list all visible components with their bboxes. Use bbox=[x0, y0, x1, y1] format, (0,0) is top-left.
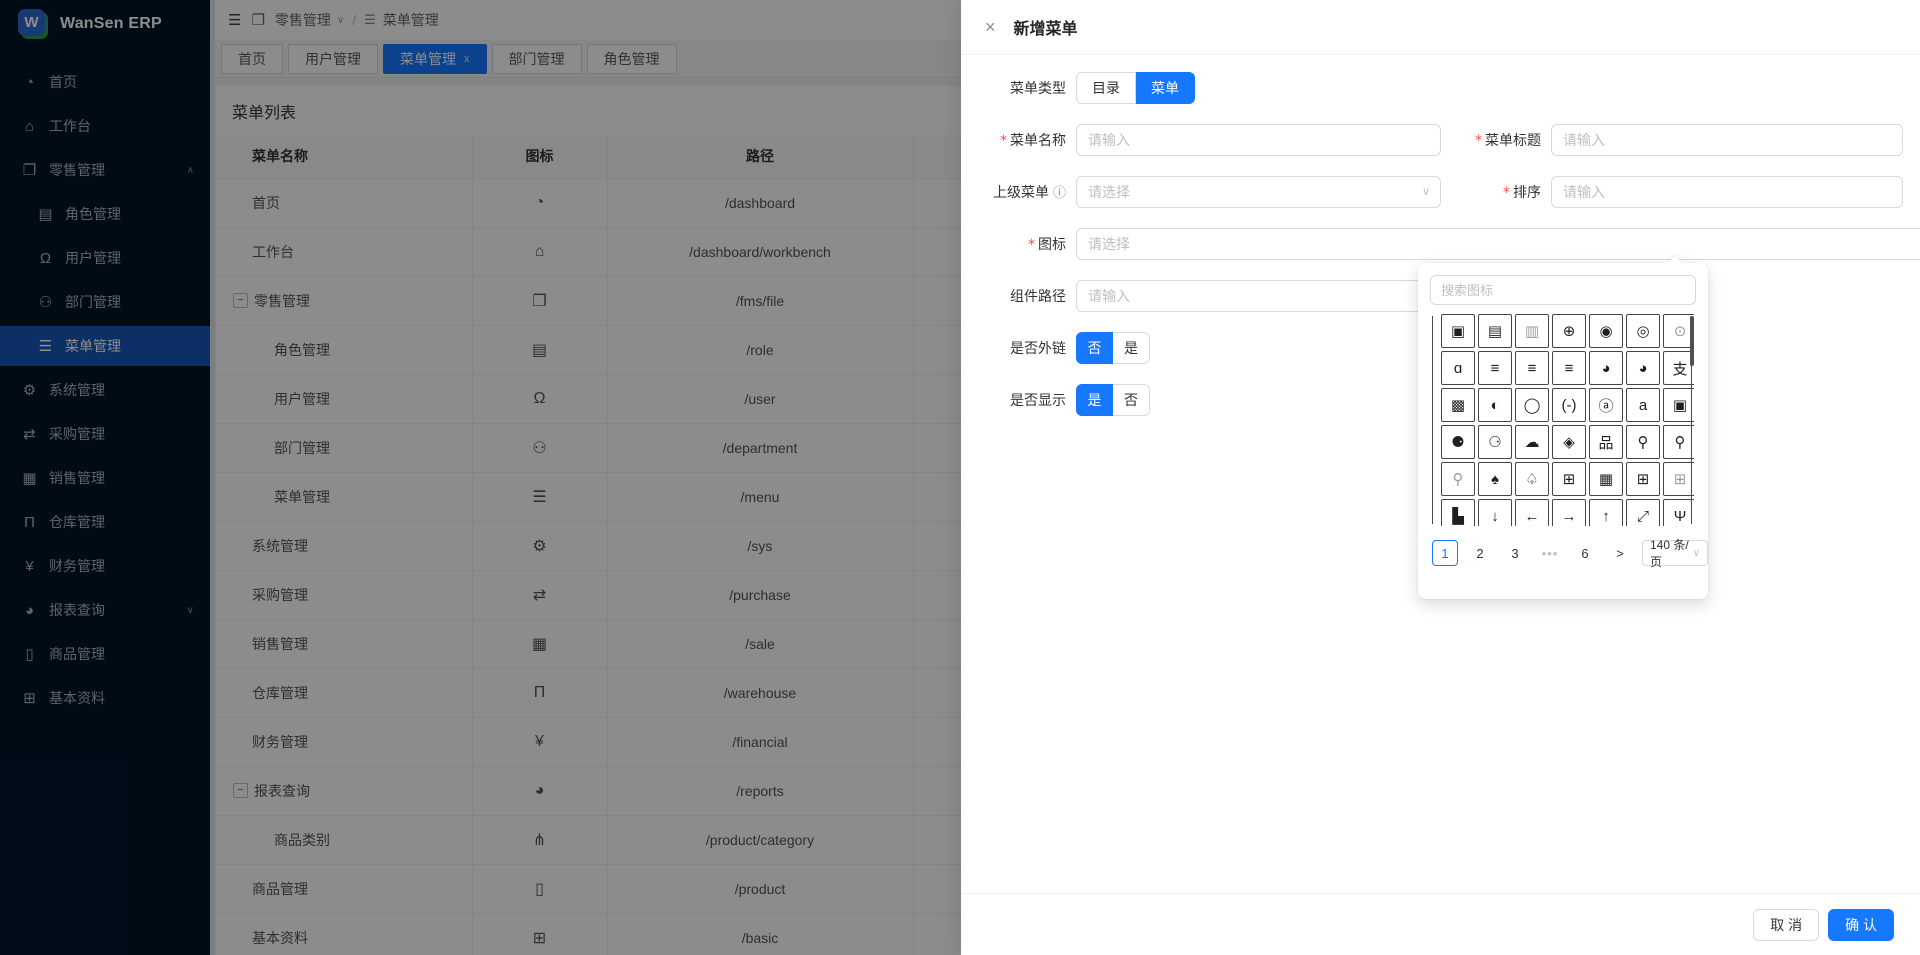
form-row-menu-type: 菜单类型 目录 菜单 bbox=[991, 72, 1920, 104]
page-button-6[interactable]: 6 bbox=[1572, 540, 1598, 566]
parent-menu-label: 上级菜单ⓘ bbox=[991, 182, 1066, 202]
page-button-2[interactable]: 2 bbox=[1467, 540, 1493, 566]
page-button-1[interactable]: 1 bbox=[1432, 540, 1458, 566]
arrow-down-outlined-icon[interactable]: ↓ bbox=[1478, 499, 1512, 526]
drawer-footer: 取 消 确 认 bbox=[961, 893, 1920, 955]
area-chart-outlined-icon[interactable]: ▙ bbox=[1441, 499, 1475, 526]
page-ellipsis: ••• bbox=[1537, 540, 1563, 566]
scrollbar-thumb[interactable] bbox=[1690, 316, 1694, 366]
is-external-option-yes[interactable]: 是 bbox=[1113, 332, 1150, 364]
amazon-circle-filled-icon[interactable]: ⓐ bbox=[1589, 388, 1623, 422]
appstore-filled-icon[interactable]: ▦ bbox=[1589, 462, 1623, 496]
account-book-twotone-icon[interactable]: ▥ bbox=[1515, 314, 1549, 348]
alert-outlined-icon[interactable]: ◎ bbox=[1626, 314, 1660, 348]
api-filled-icon[interactable]: ⚲ bbox=[1626, 425, 1660, 459]
component-path-input[interactable] bbox=[1076, 280, 1441, 312]
menu-type-option-directory[interactable]: 目录 bbox=[1076, 72, 1136, 104]
alert-filled-icon[interactable]: ◉ bbox=[1589, 314, 1623, 348]
icon-label: *图标 bbox=[991, 234, 1066, 254]
account-book-outlined-icon[interactable]: ▤ bbox=[1478, 314, 1512, 348]
required-mark: * bbox=[1000, 133, 1007, 149]
appstore-outlined-icon[interactable]: ⊞ bbox=[1626, 462, 1660, 496]
arrow-right-outlined-icon[interactable]: → bbox=[1552, 499, 1586, 526]
close-icon[interactable]: × bbox=[985, 18, 996, 36]
account-book-filled-icon[interactable]: ▣ bbox=[1441, 314, 1475, 348]
is-external-label: 是否外链 bbox=[991, 338, 1066, 358]
page-size-select[interactable]: 140 条/页∨ bbox=[1642, 540, 1708, 566]
appstore-add-outlined-icon[interactable]: ⊞ bbox=[1552, 462, 1586, 496]
is-visible-option-yes[interactable]: 是 bbox=[1076, 384, 1113, 416]
icon-select[interactable] bbox=[1076, 228, 1920, 260]
drawer-mask[interactable] bbox=[0, 0, 961, 955]
is-visible-label: 是否显示 bbox=[991, 390, 1066, 410]
menu-title-input[interactable] bbox=[1551, 124, 1903, 156]
align-right-outlined-icon[interactable]: ≡ bbox=[1552, 351, 1586, 385]
icon-search bbox=[1430, 275, 1696, 305]
arrow-left-outlined-icon[interactable]: ← bbox=[1515, 499, 1549, 526]
next-page-button[interactable]: > bbox=[1607, 540, 1633, 566]
menu-name-label: *菜单名称 bbox=[991, 130, 1066, 150]
parent-menu-select[interactable] bbox=[1076, 176, 1441, 208]
menu-type-label: 菜单类型 bbox=[991, 78, 1066, 98]
is-external-option-no[interactable]: 否 bbox=[1076, 332, 1113, 364]
arrow-up-outlined-icon[interactable]: ↑ bbox=[1589, 499, 1623, 526]
ant-design-outlined-icon[interactable]: ◈ bbox=[1552, 425, 1586, 459]
drawer-title: 新增菜单 bbox=[1014, 15, 1078, 39]
menu-name-input[interactable] bbox=[1076, 124, 1441, 156]
apple-outlined-icon[interactable]: ♤ bbox=[1515, 462, 1549, 496]
drawer-header: × 新增菜单 bbox=[961, 0, 1920, 55]
required-mark: * bbox=[1028, 237, 1035, 253]
align-left-outlined-icon[interactable]: ≡ bbox=[1515, 351, 1549, 385]
sort-label: *排序 bbox=[1441, 182, 1541, 202]
icon-search-input[interactable] bbox=[1430, 275, 1696, 305]
icon-pagination: 123 ••• 6 >140 条/页∨ bbox=[1418, 526, 1708, 566]
icon-grid-wrap: ▣▤▥⊕◉◎⊙ɑ≡≡≡◕◕支▩◐◯(-)ⓐa▣⚈⚆☁◈品⚲⚲⚲♠♤⊞▦⊞⊞▙↓←… bbox=[1432, 314, 1694, 526]
required-mark: * bbox=[1475, 133, 1482, 149]
menu-title-label: *菜单标题 bbox=[1441, 130, 1541, 150]
amazon-outlined-icon[interactable]: a bbox=[1626, 388, 1660, 422]
apartment-outlined-icon[interactable]: 品 bbox=[1589, 425, 1623, 459]
menu-type-option-menu[interactable]: 菜单 bbox=[1136, 72, 1195, 104]
cancel-button[interactable]: 取 消 bbox=[1753, 909, 1819, 941]
alipay-circle-filled-icon[interactable]: ◕ bbox=[1589, 351, 1623, 385]
api-twotone-icon[interactable]: ⚲ bbox=[1441, 462, 1475, 496]
info-icon: ⓘ bbox=[1053, 185, 1066, 200]
page-button-3[interactable]: 3 bbox=[1502, 540, 1528, 566]
form-row-icon-route: *图标 *路由地址 bbox=[991, 228, 1920, 260]
app-root: W WanSen ERP ◔首页⌂工作台❐零售管理∧▤角色管理Ω用户管理⚇部门管… bbox=[0, 0, 1920, 955]
icon-grid-left-line bbox=[1432, 316, 1433, 524]
is-visible-option-no[interactable]: 否 bbox=[1113, 384, 1150, 416]
aliwangwang-filled-icon[interactable]: ◐ bbox=[1478, 388, 1512, 422]
form-row-name-title: *菜单名称 *菜单标题 bbox=[991, 124, 1920, 156]
ant-cloud-outlined-icon[interactable]: ☁ bbox=[1515, 425, 1549, 459]
aliwangwang-outlined-icon[interactable]: ◯ bbox=[1515, 388, 1549, 422]
menu-type-segmented: 目录 菜单 bbox=[1076, 72, 1195, 104]
icon-grid: ▣▤▥⊕◉◎⊙ɑ≡≡≡◕◕支▩◐◯(-)ⓐa▣⚈⚆☁◈品⚲⚲⚲♠♤⊞▦⊞⊞▙↓←… bbox=[1441, 314, 1694, 526]
alibaba-outlined-icon[interactable]: ɑ bbox=[1441, 351, 1475, 385]
icon-picker-popup: ▣▤▥⊕◉◎⊙ɑ≡≡≡◕◕支▩◐◯(-)ⓐa▣⚈⚆☁◈品⚲⚲⚲♠♤⊞▦⊞⊞▙↓←… bbox=[1418, 263, 1708, 599]
align-center-outlined-icon[interactable]: ≡ bbox=[1478, 351, 1512, 385]
chevron-down-icon: ∨ bbox=[1693, 548, 1700, 559]
confirm-button[interactable]: 确 认 bbox=[1828, 909, 1894, 941]
android-outlined-icon[interactable]: ⚆ bbox=[1478, 425, 1512, 459]
arrows-alt-outlined-icon[interactable]: ⤢ bbox=[1626, 499, 1660, 526]
form-row-parent-sort: 上级菜单ⓘ ∨ *排序 bbox=[991, 176, 1920, 208]
alipay-circle-outlined-icon[interactable]: ◕ bbox=[1626, 351, 1660, 385]
alipay-square-filled-icon[interactable]: ▩ bbox=[1441, 388, 1475, 422]
sort-input[interactable] bbox=[1551, 176, 1903, 208]
required-mark: * bbox=[1503, 185, 1510, 201]
component-path-label: 组件路径 bbox=[991, 286, 1066, 306]
is-external-toggle: 否 是 bbox=[1076, 332, 1150, 364]
android-filled-icon[interactable]: ⚈ bbox=[1441, 425, 1475, 459]
apple-filled-icon[interactable]: ♠ bbox=[1478, 462, 1512, 496]
aliyun-outlined-icon[interactable]: (-) bbox=[1552, 388, 1586, 422]
is-visible-toggle: 是 否 bbox=[1076, 384, 1150, 416]
page-size-value: 140 条/页 bbox=[1650, 536, 1693, 570]
icon-grid-scrollbar[interactable] bbox=[1690, 316, 1694, 524]
aim-outlined-icon[interactable]: ⊕ bbox=[1552, 314, 1586, 348]
